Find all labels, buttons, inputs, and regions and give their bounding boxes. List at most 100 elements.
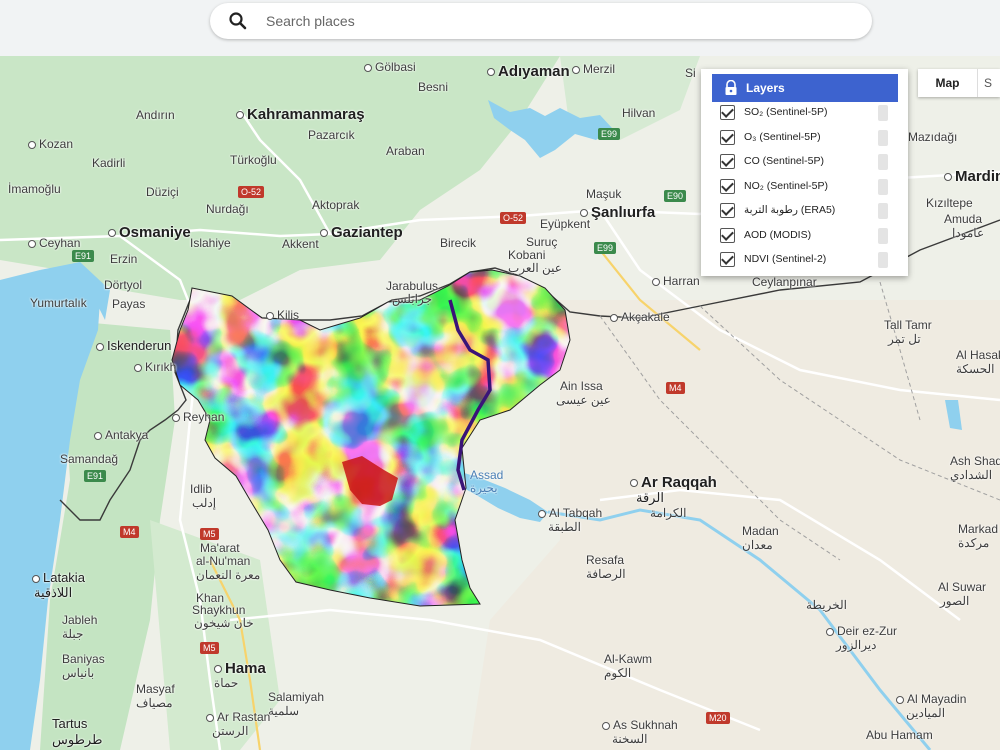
place-label[interactable]: Suruç xyxy=(526,235,557,249)
place-label[interactable]: Gölbasi xyxy=(364,60,416,74)
place-label[interactable]: Ar Rastan xyxy=(206,710,270,724)
lock-icon[interactable] xyxy=(724,80,738,96)
layer-opacity-handle[interactable] xyxy=(878,227,888,244)
place-label[interactable]: Gaziantep xyxy=(320,224,403,241)
map-type-satellite-button[interactable]: S xyxy=(980,69,1000,97)
place-label[interactable]: Kırıkh xyxy=(134,360,176,374)
place-label[interactable]: مصياف xyxy=(136,696,173,710)
place-label[interactable]: عين العرب xyxy=(508,261,562,275)
place-label[interactable]: تل تمر xyxy=(888,332,921,346)
place-label[interactable]: Düziçi xyxy=(146,185,179,199)
place-label[interactable]: İmamoğlu xyxy=(8,182,61,196)
place-label[interactable]: Osmaniye xyxy=(108,224,191,241)
place-label[interactable]: Mardin xyxy=(944,168,1000,185)
layer-checkbox[interactable] xyxy=(720,203,735,218)
place-label[interactable]: Idlib xyxy=(190,482,212,496)
place-label[interactable]: Ar Raqqah xyxy=(630,474,717,491)
place-label[interactable]: جرابلس xyxy=(392,292,432,306)
layer-item[interactable]: رطوبة التربة (ERA5) xyxy=(720,201,890,221)
place-label[interactable]: Kadirli xyxy=(92,156,125,170)
layer-opacity-handle[interactable] xyxy=(878,154,888,170)
place-label[interactable]: Ain Issa xyxy=(560,379,603,393)
place-label[interactable]: Antakya xyxy=(94,428,148,442)
place-label[interactable]: Iskenderun xyxy=(96,338,171,353)
place-label[interactable]: Jarabulus xyxy=(386,279,438,293)
place-label[interactable]: الكوم xyxy=(604,666,631,680)
place-label[interactable]: Assad xyxy=(470,468,503,482)
place-label[interactable]: Kobani xyxy=(508,248,545,262)
place-label[interactable]: Hilvan xyxy=(622,106,655,120)
place-label[interactable]: As Sukhnah xyxy=(602,718,678,732)
place-label[interactable]: Mazıdağı xyxy=(908,130,957,144)
place-label[interactable]: Si xyxy=(685,66,696,80)
place-label[interactable]: Kilis xyxy=(266,308,299,322)
layer-item[interactable]: AOD (MODIS) xyxy=(720,226,890,246)
layer-opacity-handle[interactable] xyxy=(878,203,888,219)
place-label[interactable]: Al Mayadin xyxy=(896,692,966,706)
place-label[interactable]: Akçakale xyxy=(610,310,670,324)
place-label[interactable]: Besni xyxy=(418,80,448,94)
layer-checkbox[interactable] xyxy=(720,178,735,194)
place-label[interactable]: Al Tabqah xyxy=(538,506,602,520)
place-label[interactable]: Pazarcık xyxy=(308,128,355,142)
place-label[interactable]: Resafa xyxy=(586,553,624,567)
place-label[interactable]: Ceylanpınar xyxy=(752,275,817,289)
place-label[interactable]: Birecik xyxy=(440,236,476,250)
place-label[interactable]: Harran xyxy=(652,274,700,288)
layer-item[interactable]: NO₂ (Sentinel-5P) xyxy=(720,177,890,197)
place-label[interactable]: الشدادي xyxy=(950,468,992,482)
place-label[interactable]: Dörtyol xyxy=(104,278,142,292)
place-label[interactable]: Tall Tamr xyxy=(884,318,932,332)
place-label[interactable]: Markad xyxy=(958,522,998,536)
place-label[interactable]: بحيرة xyxy=(470,481,498,495)
place-label[interactable]: الرقة xyxy=(636,490,664,506)
map-type-map-button[interactable]: Map xyxy=(918,69,978,97)
place-label[interactable]: عين عيسى xyxy=(556,393,611,407)
place-label[interactable]: Masyaf xyxy=(136,682,175,696)
place-label[interactable]: جبلة xyxy=(62,627,83,641)
place-label[interactable]: Deir ez-Zur xyxy=(826,624,897,638)
layer-checkbox[interactable] xyxy=(720,154,735,169)
layer-checkbox[interactable] xyxy=(720,227,735,243)
place-label[interactable]: بانياس xyxy=(62,666,94,680)
place-label[interactable]: Kızıltepe xyxy=(926,196,973,210)
place-label[interactable]: Ma'arat xyxy=(200,541,240,555)
place-label[interactable]: Erzin xyxy=(110,252,137,266)
layer-item[interactable]: SO₂ (Sentinel-5P) xyxy=(720,103,890,123)
place-label[interactable]: Al Suwar xyxy=(938,580,986,594)
place-label[interactable]: Ash Shad xyxy=(950,454,1000,468)
place-label[interactable]: معدان xyxy=(742,538,773,552)
place-label[interactable]: Ceyhan xyxy=(28,236,80,250)
layer-opacity-handle[interactable] xyxy=(878,105,888,121)
layers-panel-header[interactable]: Layers xyxy=(712,74,898,102)
layer-item[interactable]: CO (Sentinel-5P) xyxy=(720,152,890,172)
place-label[interactable]: خان شيخون xyxy=(194,616,254,630)
layer-checkbox[interactable] xyxy=(720,129,735,145)
layer-opacity-handle[interactable] xyxy=(878,129,888,146)
place-label[interactable]: الطبقة xyxy=(548,520,581,534)
place-label[interactable]: مركدة xyxy=(958,536,989,550)
place-label[interactable]: Madan xyxy=(742,524,779,538)
place-label[interactable]: Hama xyxy=(214,660,266,677)
place-label[interactable]: Eyüpkent xyxy=(540,217,590,231)
place-label[interactable]: Kozan xyxy=(28,137,73,151)
place-label[interactable]: Al-Kawm xyxy=(604,652,652,666)
place-label[interactable]: Araban xyxy=(386,144,425,158)
layer-checkbox[interactable] xyxy=(720,252,735,267)
place-label[interactable]: ديرالزور xyxy=(836,638,877,652)
place-label[interactable]: Abu Hamam xyxy=(866,728,933,742)
place-label[interactable]: Latakia xyxy=(32,570,85,585)
place-label[interactable]: Reyhan xyxy=(172,410,224,424)
place-label[interactable]: Yumurtalık xyxy=(30,296,87,310)
place-label[interactable]: الرستن xyxy=(212,724,248,738)
place-label[interactable]: الرصافة xyxy=(586,567,626,581)
place-label[interactable]: سلمية xyxy=(268,704,299,718)
place-label[interactable]: السخنة xyxy=(612,732,648,746)
place-label[interactable]: Baniyas xyxy=(62,652,105,666)
place-label[interactable]: Nurdağı xyxy=(206,202,249,216)
layer-item[interactable]: NDVI (Sentinel-2) xyxy=(720,250,890,270)
place-label[interactable]: الكرامة xyxy=(650,506,686,520)
place-label[interactable]: Maşuk xyxy=(586,187,621,201)
layer-item[interactable]: O₃ (Sentinel-5P) xyxy=(720,128,890,148)
layer-checkbox[interactable] xyxy=(720,105,735,120)
